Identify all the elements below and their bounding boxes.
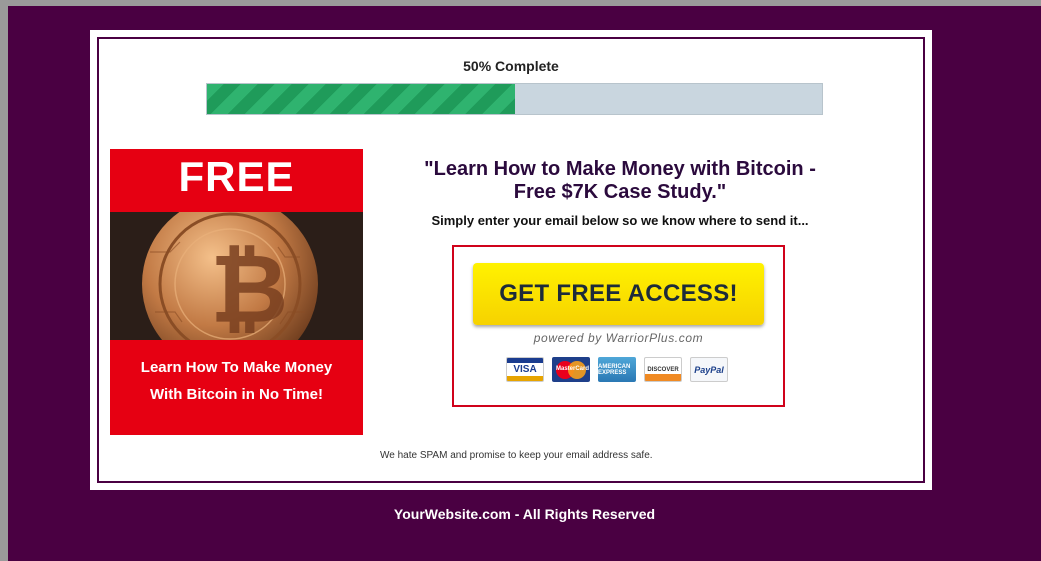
promo-text-line2: With Bitcoin in No Time! xyxy=(150,386,323,403)
paypal-icon: PayPal xyxy=(690,357,728,382)
discover-icon: DISCOVER xyxy=(644,357,682,382)
spam-notice: We hate SPAM and promise to keep your em… xyxy=(380,450,653,461)
powered-by-text: powered by WarriorPlus.com xyxy=(533,331,704,345)
svg-text:₿: ₿ xyxy=(210,233,288,340)
promo-text: Learn How To Make Money With Bitcoin in … xyxy=(110,354,363,408)
page-background: 50% Complete FREE ₿ Learn How To Make Mo… xyxy=(8,6,1041,561)
progress-bar-fill xyxy=(207,84,515,114)
amex-icon: AMERICAN EXPRESS xyxy=(598,357,636,382)
bitcoin-coin-image: ₿ xyxy=(110,212,363,340)
promo-banner: FREE ₿ Learn How To Make Money With Bitc… xyxy=(110,149,363,435)
promo-text-line1: Learn How To Make Money xyxy=(140,359,333,376)
headline-line2: Free $7K Case Study." xyxy=(513,181,727,203)
mastercard-label: MasterCard xyxy=(556,365,590,372)
page-subheadline: Simply enter your email below so we know… xyxy=(431,213,809,228)
cta-box: GET FREE ACCESS! powered by WarriorPlus.… xyxy=(452,245,785,407)
optin-card: 50% Complete FREE ₿ Learn How To Make Mo… xyxy=(90,30,932,490)
mastercard-icon: MasterCard xyxy=(552,357,590,382)
progress-label: 50% Complete xyxy=(463,58,559,74)
progress-bar xyxy=(206,83,823,115)
footer-text: YourWebsite.com - All Rights Reserved xyxy=(393,506,656,522)
get-free-access-button[interactable]: GET FREE ACCESS! xyxy=(473,263,764,325)
promo-free-badge: FREE xyxy=(178,153,295,200)
headline-line1: "Learn How to Make Money with Bitcoin - xyxy=(424,158,816,180)
bitcoin-icon: ₿ xyxy=(110,212,363,340)
visa-icon: VISA xyxy=(506,357,544,382)
page-headline: "Learn How to Make Money with Bitcoin - … xyxy=(385,158,855,204)
payment-methods: VISA MasterCard AMERICAN EXPRESS DISCOVE… xyxy=(506,357,736,383)
